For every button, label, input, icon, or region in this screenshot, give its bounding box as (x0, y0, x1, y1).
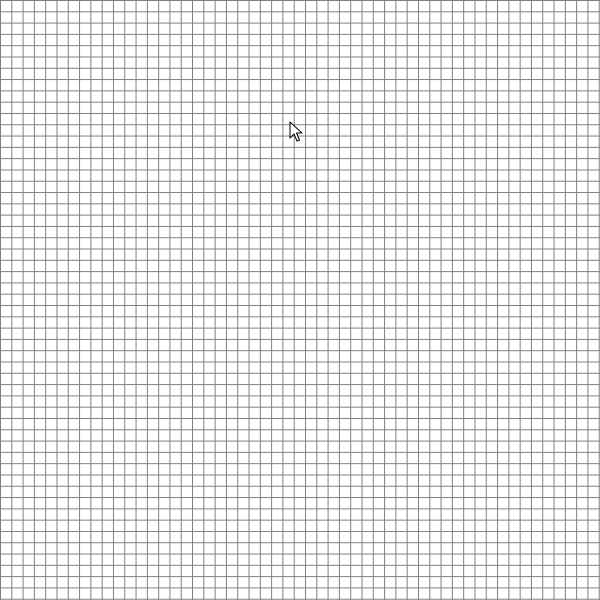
grid-canvas[interactable] (0, 0, 600, 600)
arrow-pointer-icon (289, 121, 305, 143)
